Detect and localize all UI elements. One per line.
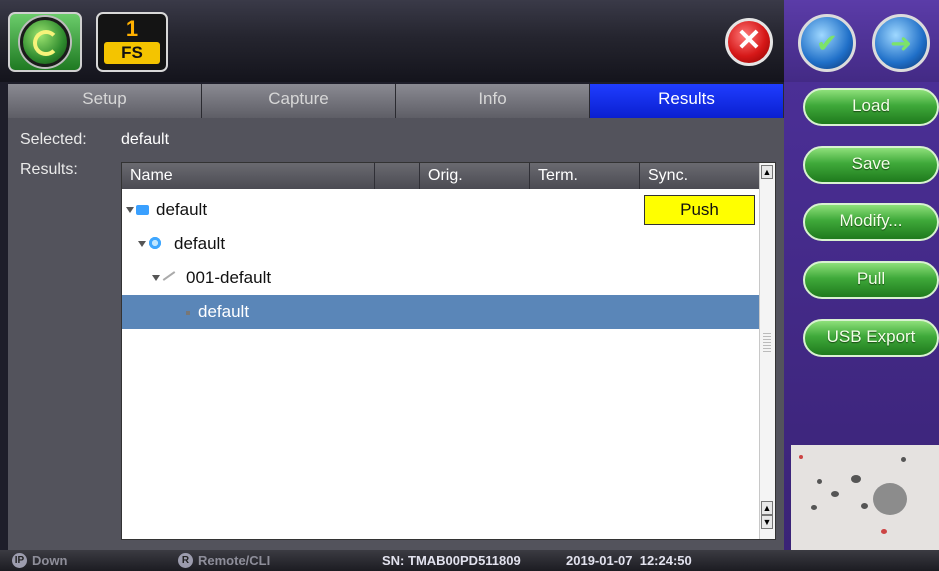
column-name[interactable]: Name (122, 163, 375, 189)
top-bar: 1 FS ✕ (0, 0, 784, 82)
tab-results[interactable]: Results (590, 84, 784, 118)
status-bar: IP Down R Remote/CLI SN: TMAB00PD511809 … (0, 550, 939, 571)
row-name: default (198, 302, 250, 321)
scroll-up-icon[interactable]: ▲ (761, 501, 773, 515)
vertical-scrollbar[interactable]: ▲ ▲ ▼ (759, 163, 775, 539)
trace-icon (162, 271, 176, 281)
tab-info[interactable]: Info (396, 84, 590, 118)
tree-row[interactable]: default Push (122, 193, 760, 227)
scroll-up-icon[interactable]: ▲ (761, 165, 773, 179)
scroll-thumb[interactable] (763, 333, 771, 353)
load-button[interactable]: Load (803, 88, 939, 126)
row-name: default (174, 234, 226, 253)
logo-icon (20, 17, 70, 67)
file-manager-icon: ➜ (890, 27, 912, 58)
close-button[interactable]: ✕ (725, 18, 773, 66)
fs-test-button[interactable]: 1 FS (96, 12, 168, 72)
pull-button[interactable]: Pull (803, 261, 939, 299)
row-name: default (156, 200, 208, 219)
selected-value: default (121, 131, 170, 148)
tools-icon: ✔ (816, 27, 838, 58)
camera-thumbnail[interactable] (791, 445, 939, 550)
link-status: Down (32, 553, 68, 568)
column-sync[interactable]: Sync. (640, 163, 760, 189)
column-blank (375, 163, 420, 189)
modify-button[interactable]: Modify... (803, 203, 939, 241)
usb-export-button[interactable]: USB Export (803, 319, 939, 357)
results-tree[interactable]: Name Orig. Term. Sync. default Push defa… (121, 162, 776, 540)
top-right-panel: ✔ ➜ (784, 0, 939, 82)
home-logo-button[interactable] (8, 12, 82, 72)
folder-icon (136, 205, 149, 215)
remote-status: Remote/CLI (198, 553, 271, 568)
test-number: 1 (125, 16, 139, 41)
expand-icon[interactable] (126, 207, 134, 213)
selected-label: Selected: (20, 131, 87, 148)
dot-icon (186, 311, 190, 315)
date-time: 2019-01-07 12:24:50 (566, 553, 692, 568)
table-header: Name Orig. Term. Sync. (122, 163, 760, 189)
expand-icon[interactable] (152, 275, 160, 281)
tab-capture[interactable]: Capture (202, 84, 396, 118)
tree-row[interactable]: default (122, 227, 760, 261)
serial-number: SN: TMAB00PD511809 (382, 553, 521, 568)
expand-icon[interactable] (138, 241, 146, 247)
remote-status-icon: R (178, 553, 193, 568)
push-button[interactable]: Push (644, 195, 755, 225)
tree-row[interactable]: 001-default (122, 261, 760, 295)
tools-button[interactable]: ✔ (798, 14, 856, 72)
row-name: 001-default (186, 268, 272, 287)
results-label: Results: (20, 161, 78, 178)
ip-status-icon: IP (12, 553, 27, 568)
column-orig[interactable]: Orig. (420, 163, 530, 189)
tab-bar: Setup Capture Info Results (8, 84, 784, 118)
test-type-label: FS (104, 42, 160, 64)
file-manager-button[interactable]: ➜ (872, 14, 930, 72)
column-term[interactable]: Term. (530, 163, 640, 189)
tab-setup[interactable]: Setup (8, 84, 202, 118)
close-icon: ✕ (736, 24, 762, 57)
gear-icon (148, 236, 162, 250)
app-screen: 1 FS ✕ ✔ ➜ Setup Capture Info Results Se… (0, 0, 939, 571)
scroll-down-icon[interactable]: ▼ (761, 515, 773, 529)
save-button[interactable]: Save (803, 146, 939, 184)
tree-row-selected[interactable]: default (122, 295, 760, 329)
